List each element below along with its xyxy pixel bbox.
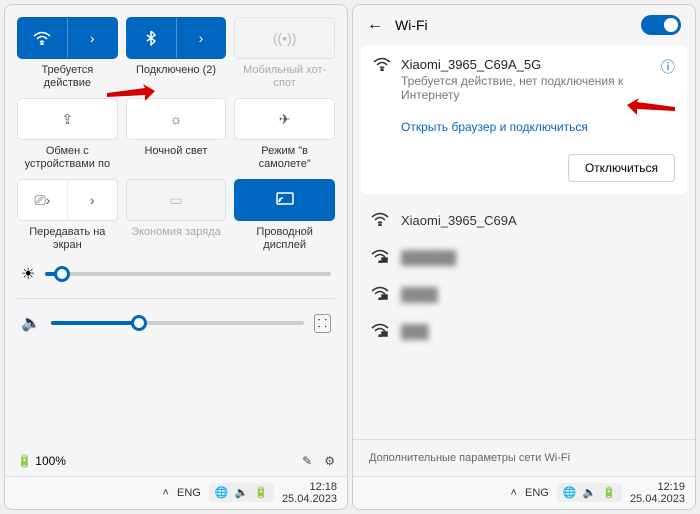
chevron-right-icon[interactable]: ›: [67, 180, 117, 220]
battery-status[interactable]: 🔋 100%: [17, 454, 66, 468]
brightness-icon: ☀: [21, 264, 35, 284]
clock[interactable]: 12:18 25.04.2023: [282, 481, 337, 505]
wifi-toggle[interactable]: [641, 15, 681, 35]
network-name: Xiaomi_3965_C69A: [401, 213, 517, 228]
system-tray[interactable]: 🌐 🔈 🔋: [209, 483, 274, 502]
wired-label: Проводной дисплей: [234, 226, 335, 254]
wired-icon: [276, 192, 294, 209]
wifi-secure-icon: [371, 323, 389, 340]
wifi-secure-icon: [371, 249, 389, 266]
wifi-tile[interactable]: ›: [17, 17, 118, 59]
audio-output-icon[interactable]: ⸬: [314, 314, 331, 333]
settings-icon[interactable]: ⚙: [324, 454, 335, 468]
volume-slider[interactable]: [51, 321, 304, 325]
tray-chevron-icon[interactable]: ˄: [511, 487, 517, 499]
tray-chevron-icon[interactable]: ˄: [163, 487, 169, 499]
wifi-icon: [18, 18, 67, 58]
taskbar: ˄ ENG 🌐 🔈 🔋 12:18 25.04.2023: [5, 476, 347, 509]
airplane-label: Режим "в самолете": [234, 145, 335, 173]
back-icon[interactable]: ←: [367, 16, 383, 34]
disconnect-button[interactable]: Отключиться: [568, 154, 675, 182]
info-icon[interactable]: ⓘ: [661, 57, 675, 77]
network-item[interactable]: ██████: [353, 239, 695, 276]
network-name: Xiaomi_3965_C69A_5G: [401, 57, 651, 72]
volume-slider-row: 🔈 ⸬: [17, 303, 335, 343]
wifi-secure-icon: [371, 286, 389, 303]
night-light-tile[interactable]: ☼: [126, 98, 227, 140]
taskbar: ˄ ENG 🌐 🔈 🔋 12:19 25.04.2023: [353, 476, 695, 509]
share-tile[interactable]: ⇪: [17, 98, 118, 140]
volume-tray-icon: 🔈: [583, 486, 597, 499]
network-name-hidden: ██████: [401, 250, 456, 265]
language-indicator[interactable]: ENG: [525, 487, 549, 499]
bluetooth-icon: [127, 18, 176, 58]
network-item[interactable]: ███: [353, 313, 695, 350]
current-network[interactable]: Xiaomi_3965_C69A_5G Требуется действие, …: [361, 45, 687, 194]
battery-tray-icon: 🔋: [602, 486, 616, 499]
hotspot-label: Мобильный хот-спот: [234, 64, 335, 92]
bluetooth-tile[interactable]: ›: [126, 17, 227, 59]
airplane-tile[interactable]: ✈: [234, 98, 335, 140]
open-browser-link[interactable]: Открыть браузер и подключиться: [401, 120, 588, 134]
battery-saver-tile[interactable]: ▭: [126, 179, 227, 221]
network-name-hidden: ████: [401, 287, 438, 302]
chevron-right-icon[interactable]: ›: [176, 18, 226, 58]
brightness-slider-row: ☀: [17, 254, 335, 294]
quick-settings-panel: › › ((•)) Требуется действие Подключено …: [4, 4, 348, 510]
brightness-slider[interactable]: [45, 272, 331, 276]
wifi-signal-icon: [371, 212, 389, 229]
wifi-signal-icon: [373, 57, 391, 76]
night-icon: ☼: [170, 111, 183, 127]
wifi-panel: ← Wi-Fi Xiaomi_3965_C69A_5G Требуется де…: [352, 4, 696, 510]
chevron-right-icon[interactable]: ›: [67, 18, 117, 58]
hotspot-tile[interactable]: ((•)): [234, 17, 335, 59]
share-icon: ⇪: [61, 111, 73, 128]
night-label: Ночной свет: [126, 145, 227, 173]
battery-tray-icon: 🔋: [254, 486, 268, 499]
red-arrow: [627, 97, 677, 117]
volume-tray-icon: 🔈: [235, 486, 249, 499]
network-item[interactable]: ████: [353, 276, 695, 313]
network-tray-icon: 🌐: [563, 486, 577, 499]
language-indicator[interactable]: ENG: [177, 487, 201, 499]
cast-label: Передавать на экран: [17, 226, 118, 254]
battery-saver-label: Экономия заряда: [126, 226, 227, 254]
red-arrow: [105, 83, 155, 103]
network-status: Требуется действие, нет подключения к Ин…: [401, 74, 651, 102]
share-label: Обмен с устройствами по: [17, 145, 118, 173]
airplane-icon: ✈: [279, 111, 291, 128]
panel-bottom: 🔋 100% ✎ ⚙: [5, 446, 347, 476]
more-wifi-settings[interactable]: Дополнительные параметры сети Wi-Fi: [353, 439, 695, 476]
wifi-header: ← Wi-Fi: [353, 5, 695, 45]
network-item[interactable]: Xiaomi_3965_C69A: [353, 202, 695, 239]
battery-saver-icon: ▭: [169, 192, 182, 209]
wifi-title: Wi-Fi: [395, 17, 629, 33]
hotspot-icon: ((•)): [273, 30, 297, 46]
volume-icon: 🔈: [21, 313, 41, 333]
network-name-hidden: ███: [401, 324, 429, 339]
network-tray-icon: 🌐: [215, 486, 229, 499]
cast-tile[interactable]: ⎚› ›: [17, 179, 118, 221]
cast-icon: ⎚›: [18, 180, 67, 220]
clock[interactable]: 12:19 25.04.2023: [630, 481, 685, 505]
wired-display-tile[interactable]: [234, 179, 335, 221]
edit-icon[interactable]: ✎: [302, 454, 312, 468]
system-tray[interactable]: 🌐 🔈 🔋: [557, 483, 622, 502]
wifi-label: Требуется действие: [17, 64, 118, 92]
